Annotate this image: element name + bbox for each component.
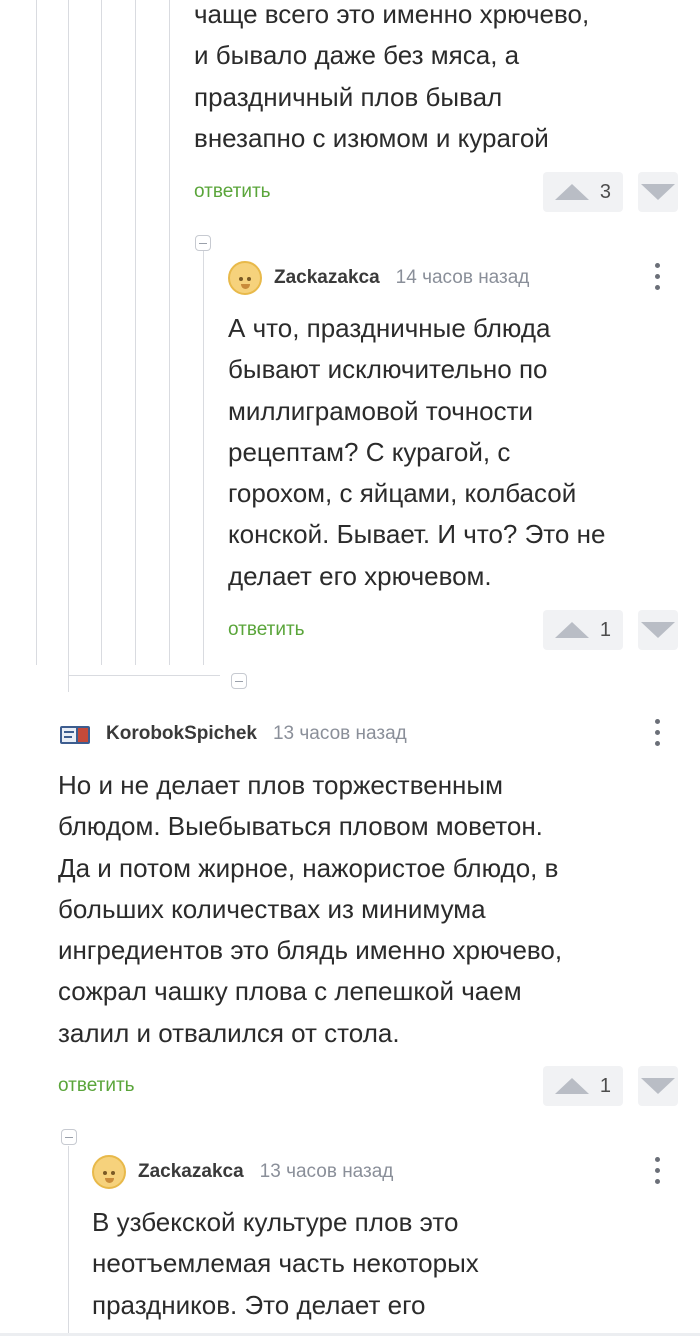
reply-button[interactable]: ответить [228,619,305,641]
comment-text: Но и не делает плов торжественным блюдом… [58,770,563,1048]
rating-count: 1 [599,1074,611,1097]
more-vertical-icon[interactable] [652,719,662,749]
comment-header: Zackazakca 14 часов назад [228,258,529,298]
comment-text: чаще всего это именно хрючево, и бывало … [194,0,590,153]
username[interactable]: KorobokSpichek [106,723,257,745]
bottom-divider [0,1333,700,1336]
timestamp: 13 часов назад [259,1161,394,1182]
arrow-down-icon[interactable] [638,1066,678,1106]
thread-line [203,250,204,665]
thread-line [135,0,136,665]
timestamp: 13 часов назад [272,723,407,744]
arrow-up-icon [555,1078,589,1094]
thread-line [101,0,102,665]
arrow-up-icon [555,184,589,200]
avatar[interactable] [228,261,262,295]
rating-count: 1 [599,618,611,641]
comment-text: А что, праздничные блюда бывают исключит… [228,313,606,591]
thread-line [68,0,69,692]
matchbox-avatar[interactable] [58,720,94,748]
comment-header: Zackazakca 13 часов назад [92,1152,393,1192]
rating-count: 3 [599,180,611,203]
username[interactable]: Zackazakca [274,267,380,289]
thread-line [169,0,170,665]
username[interactable]: Zackazakca [138,1161,244,1183]
collapse-minus-icon[interactable] [61,1129,77,1145]
comment-text: В узбекской культуре плов это неотъемлем… [92,1207,479,1320]
upvote-button[interactable]: 1 [543,610,623,650]
thread-line [68,675,220,676]
upvote-button[interactable]: 3 [543,172,623,212]
arrow-down-icon[interactable] [638,610,678,650]
arrow-up-icon [555,622,589,638]
collapse-minus-icon[interactable] [231,673,247,689]
comment-header: KorobokSpichek 13 часов назад [58,714,407,754]
timestamp: 14 часов назад [395,267,530,288]
arrow-down-icon[interactable] [638,172,678,212]
more-vertical-icon[interactable] [652,1157,662,1187]
reply-button[interactable]: ответить [58,1075,135,1097]
more-vertical-icon[interactable] [652,263,662,293]
avatar[interactable] [92,1155,126,1189]
thread-line [68,1146,69,1336]
collapse-minus-icon[interactable] [195,235,211,251]
thread-line [36,0,37,665]
upvote-button[interactable]: 1 [543,1066,623,1106]
reply-button[interactable]: ответить [194,181,271,203]
